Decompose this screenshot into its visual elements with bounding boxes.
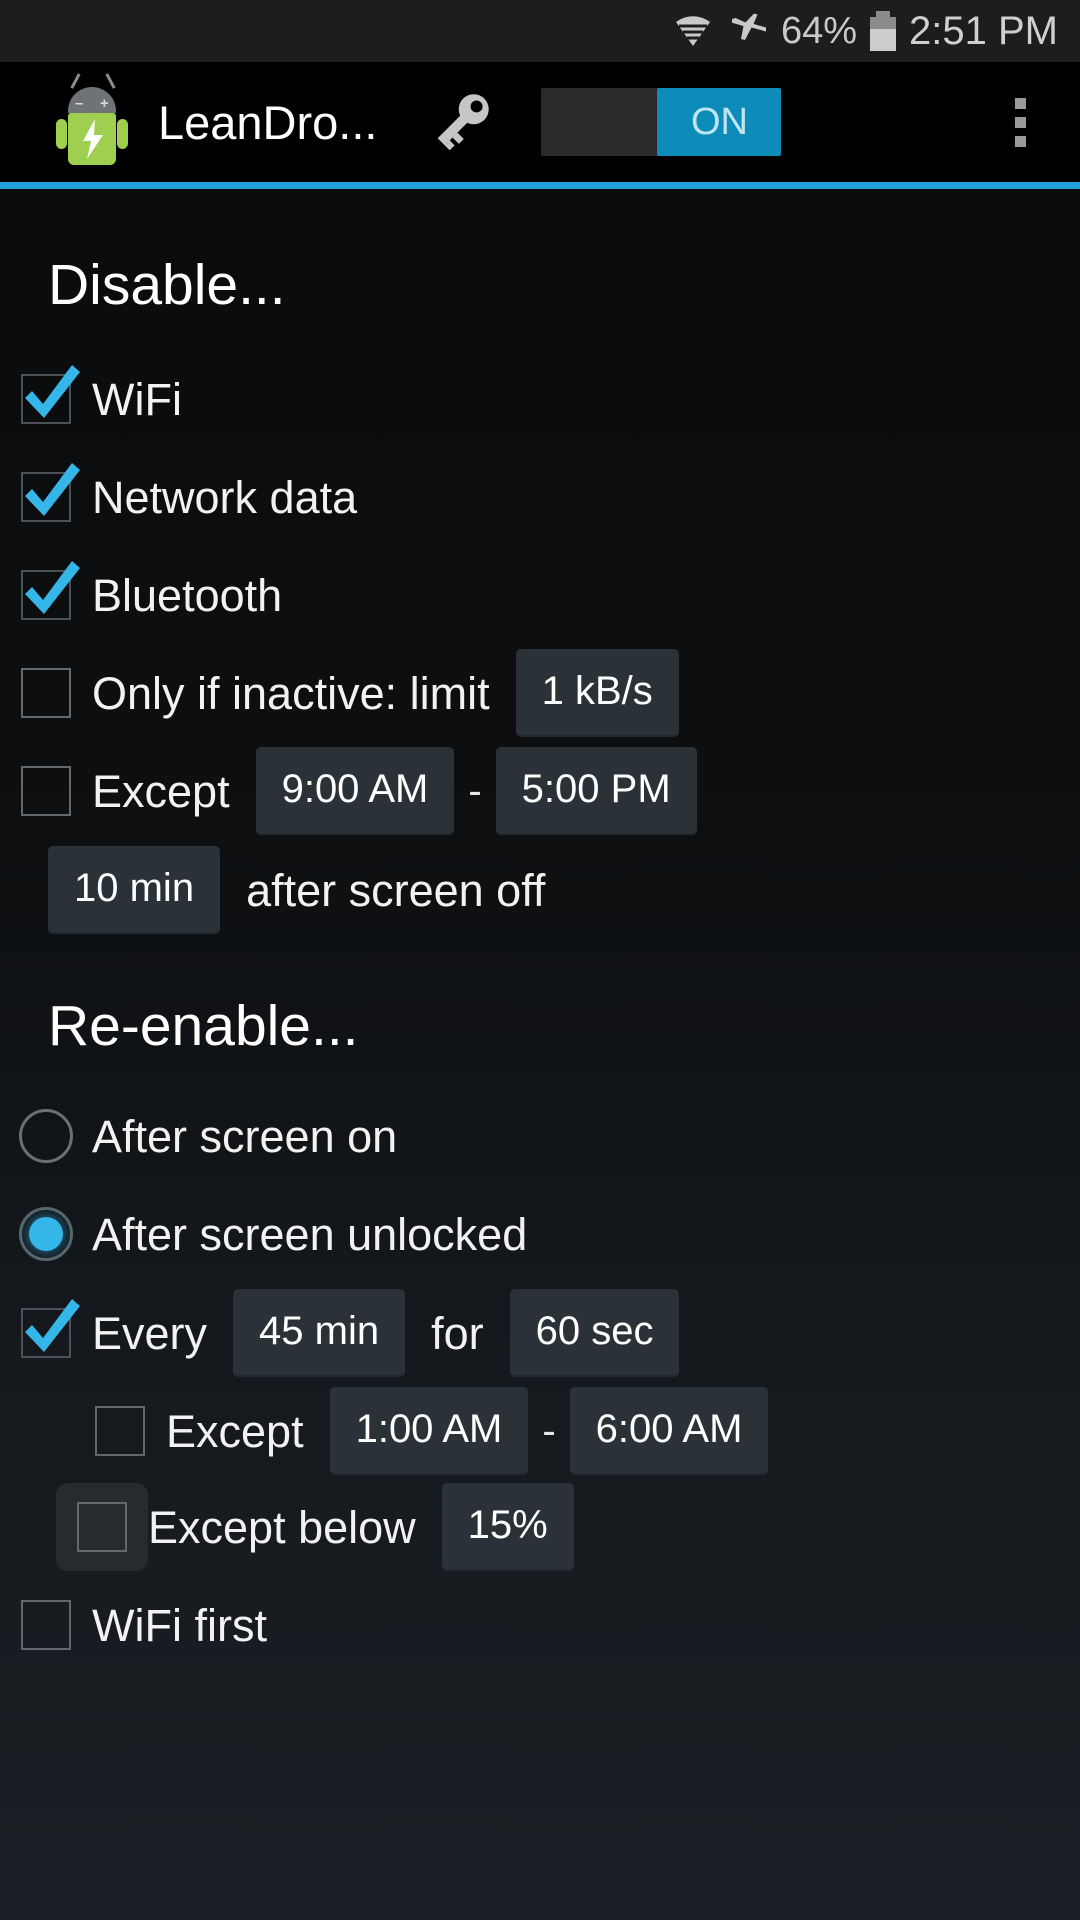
row-disable-wifi[interactable]: WiFi	[0, 350, 1080, 448]
row-disable-bluetooth[interactable]: Bluetooth	[0, 546, 1080, 644]
key-icon[interactable]	[417, 78, 505, 166]
app-screen: 64% 2:51 PM – + LeanDro... ON Disable...…	[0, 0, 1080, 1920]
row-disable-network-data[interactable]: Network data	[0, 448, 1080, 546]
label-except-below: Except below	[148, 1501, 416, 1553]
checkbox-every[interactable]	[0, 1299, 92, 1358]
row-every[interactable]: Every 45 min for 60 sec	[0, 1283, 1080, 1383]
label-wifi-first: WiFi first	[92, 1599, 267, 1651]
disable-section-title: Disable...	[48, 253, 286, 317]
every-interval-value[interactable]: 45 min	[233, 1289, 406, 1377]
row-except-below[interactable]: Except below 15%	[0, 1479, 1080, 1575]
check-icon	[16, 457, 84, 519]
checkbox-bluetooth[interactable]	[0, 561, 92, 620]
disable-except-from[interactable]: 9:00 AM	[255, 747, 455, 835]
battery-percent: 64%	[780, 10, 858, 52]
label-only-if-inactive: Only if inactive: limit	[92, 667, 490, 719]
row-wifi-first[interactable]: WiFi first	[0, 1575, 1080, 1675]
radio-after-screen-unlocked[interactable]	[0, 1207, 92, 1261]
checkbox-every-except[interactable]	[74, 1406, 166, 1456]
row-after-screen-on[interactable]: After screen on	[0, 1087, 1080, 1185]
action-bar: – + LeanDro... ON	[0, 62, 1080, 182]
label-wifi: WiFi	[92, 373, 182, 425]
every-except-from[interactable]: 1:00 AM	[329, 1387, 529, 1475]
label-every: Every	[92, 1307, 208, 1359]
label-screen-off-delay: after screen off	[246, 864, 546, 916]
check-icon	[16, 555, 84, 617]
disable-except-to[interactable]: 5:00 PM	[495, 747, 697, 835]
label-disable-except: Except	[92, 765, 230, 817]
checkbox-wifi-first[interactable]	[0, 1600, 92, 1650]
radio-after-screen-on[interactable]	[0, 1109, 92, 1163]
battery-icon	[870, 11, 897, 51]
clock: 2:51 PM	[909, 9, 1058, 53]
check-icon	[16, 1293, 84, 1355]
checkbox-only-if-inactive[interactable]	[0, 668, 92, 718]
airplane-mode-icon	[728, 9, 768, 54]
label-network-data: Network data	[92, 471, 358, 523]
row-disable-except[interactable]: Except 9:00 AM - 5:00 PM	[0, 742, 1080, 840]
row-only-if-inactive[interactable]: Only if inactive: limit 1 kB/s	[0, 644, 1080, 742]
every-duration-value[interactable]: 60 sec	[509, 1289, 680, 1377]
checkbox-network-data[interactable]	[0, 463, 92, 522]
accent-divider	[0, 182, 1080, 189]
checkbox-wifi[interactable]	[0, 365, 92, 424]
wifi-icon	[671, 12, 715, 51]
toggle-label: ON	[690, 101, 748, 143]
label-after-screen-on: After screen on	[92, 1110, 398, 1162]
row-every-except[interactable]: Except 1:00 AM - 6:00 AM	[0, 1383, 1080, 1479]
label-after-screen-unlocked: After screen unlocked	[92, 1208, 528, 1260]
label-every-for: for	[431, 1307, 484, 1359]
label-bluetooth: Bluetooth	[92, 569, 283, 621]
toggle-thumb: ON	[657, 88, 782, 156]
every-except-separator: -	[542, 1408, 556, 1453]
check-icon	[16, 359, 84, 421]
label-every-except: Except	[166, 1405, 304, 1457]
settings-content: Disable... WiFi Network data Bluetooth O…	[0, 189, 1080, 1920]
screen-off-delay-value[interactable]: 10 min	[48, 846, 221, 934]
checkbox-disable-except[interactable]	[0, 766, 92, 816]
status-bar: 64% 2:51 PM	[0, 0, 1080, 62]
page-title: LeanDro...	[158, 95, 378, 149]
inactive-limit-value[interactable]: 1 kB/s	[515, 649, 679, 737]
disable-except-separator: -	[468, 768, 482, 813]
reenable-section-title: Re-enable...	[48, 994, 359, 1058]
except-below-threshold[interactable]: 15%	[441, 1483, 574, 1571]
row-screen-off-delay[interactable]: 10 min after screen off	[0, 840, 1080, 940]
checkbox-except-below[interactable]	[56, 1483, 148, 1571]
row-after-screen-unlocked[interactable]: After screen unlocked	[0, 1185, 1080, 1283]
overflow-menu-icon[interactable]	[992, 86, 1048, 158]
master-toggle[interactable]: ON	[541, 88, 782, 156]
every-except-to[interactable]: 6:00 AM	[569, 1387, 769, 1475]
leandroid-app-icon: – +	[56, 73, 128, 165]
